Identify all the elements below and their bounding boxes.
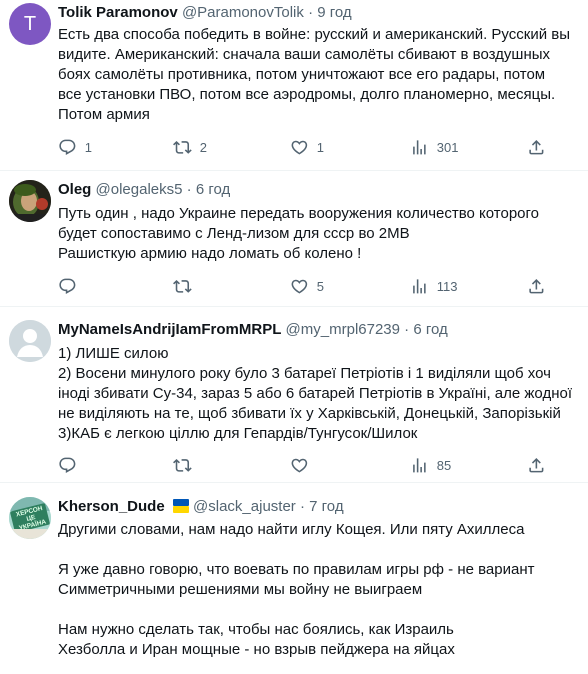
- separator-dot: ·: [308, 4, 314, 21]
- repost-icon: [173, 279, 192, 293]
- reply-count: 1: [84, 139, 92, 155]
- author-handle[interactable]: @my_mrpl67239: [286, 321, 400, 338]
- text-line: [58, 540, 578, 560]
- default-avatar-icon: [9, 320, 51, 362]
- action-bar: 85: [58, 455, 578, 475]
- heart-icon: [291, 140, 308, 155]
- timestamp[interactable]: 9 год: [317, 4, 351, 21]
- text-line: боях самолёты противника, потом уничтожа…: [58, 66, 546, 83]
- text-line: іноді збивати Су-34, зараз 5 або 6 батар…: [58, 385, 572, 402]
- tweet[interactable]: Oleg @olegaleks5 · 6 год Путь один , над…: [0, 171, 588, 306]
- text-line: Симметричными решениями мы войну не выиг…: [58, 581, 423, 598]
- reply-icon: [59, 457, 76, 473]
- like-button[interactable]: [290, 455, 317, 475]
- text-line: 1) ЛИШЕ силою: [58, 345, 169, 362]
- timestamp[interactable]: 6 год: [413, 321, 447, 338]
- share-button[interactable]: [527, 137, 546, 157]
- reply-icon: [59, 139, 76, 155]
- heart-icon: [291, 458, 308, 473]
- avatar[interactable]: [9, 180, 51, 222]
- text-line: [58, 600, 578, 620]
- like-count: 5: [316, 278, 324, 294]
- author-name[interactable]: MyNameIsAndrijIamFromMRPL: [58, 321, 281, 338]
- separator-dot: ·: [186, 181, 192, 198]
- text-line: Есть два способа победить в войне: русск…: [58, 26, 570, 43]
- view-count: 85: [436, 457, 452, 473]
- text-line: Нам нужно сделать так, чтобы нас боялись…: [58, 621, 454, 638]
- views-button[interactable]: 113: [410, 276, 457, 296]
- avatar[interactable]: T: [9, 3, 51, 45]
- ukraine-flag-icon: [172, 499, 189, 513]
- text-line: не виділяють на те, щоб збивати їх у Хар…: [58, 405, 561, 422]
- avatar-letter: T: [23, 12, 37, 35]
- separator-dot: ·: [299, 498, 305, 515]
- separator-dot: ·: [404, 321, 410, 338]
- repost-button[interactable]: [173, 455, 200, 475]
- action-bar: 1 2 1 301: [58, 137, 578, 157]
- tweet[interactable]: MyNameIsAndrijIamFromMRPL @my_mrpl67239 …: [0, 307, 588, 482]
- share-icon: [529, 278, 544, 294]
- timestamp[interactable]: 6 год: [196, 181, 230, 198]
- views-button[interactable]: 85: [410, 455, 451, 475]
- reply-icon: [59, 278, 76, 294]
- author-handle[interactable]: @slack_ajuster: [193, 498, 296, 515]
- reply-button[interactable]: [58, 276, 85, 296]
- tweet-text: Другими словами, нам надо найти иглу Кощ…: [58, 520, 578, 660]
- author-name[interactable]: Kherson_Dude: [58, 498, 165, 515]
- tweet-text: Есть два способа победить в войне: русск…: [58, 25, 578, 125]
- views-chart-icon: [413, 278, 426, 294]
- tweet[interactable]: T Tolik Paramonov @ParamonovTolik · 9 го…: [0, 0, 588, 170]
- avatar-image: [9, 180, 51, 222]
- text-line: 2) Восени минулого року було 3 батареї П…: [58, 365, 551, 382]
- reply-button[interactable]: [58, 455, 85, 475]
- heart-icon: [291, 279, 308, 294]
- view-count: 301: [436, 139, 459, 155]
- views-button[interactable]: 301: [410, 137, 458, 157]
- avatar[interactable]: [9, 320, 51, 362]
- share-icon: [529, 139, 544, 155]
- author-handle[interactable]: @ParamonovTolik: [182, 4, 304, 21]
- repost-icon: [173, 140, 192, 154]
- like-button[interactable]: 5: [290, 276, 324, 296]
- text-line: Я уже давно говорю, что воевать по прави…: [58, 561, 535, 578]
- text-line: Путь один , надо Украине передать вооруж…: [58, 205, 539, 222]
- action-bar: 5 113: [58, 276, 578, 296]
- repost-count: 2: [199, 139, 207, 155]
- like-button[interactable]: 1: [290, 137, 324, 157]
- views-chart-icon: [413, 457, 426, 473]
- tweet[interactable]: ХЕРСОН ЦЕ УКРАЇНА Kherson_Dude @slack_aj…: [0, 483, 588, 674]
- author-handle[interactable]: @olegaleks5: [96, 181, 183, 198]
- avatar[interactable]: ХЕРСОН ЦЕ УКРАЇНА: [9, 497, 51, 539]
- share-button[interactable]: [527, 455, 546, 475]
- timestamp[interactable]: 7 год: [309, 498, 343, 515]
- author-name[interactable]: Oleg: [58, 181, 91, 198]
- text-line: все установки ПВО, потом все аэродромы, …: [58, 86, 556, 103]
- text-line: Потом армия: [58, 106, 150, 123]
- view-count: 113: [436, 278, 458, 294]
- author-name[interactable]: Tolik Paramonov: [58, 4, 178, 21]
- text-line: будет сопоставимо с Ленд-лизом для ссср …: [58, 225, 410, 242]
- text-line: видите. Американский: сначала ваши самол…: [58, 46, 551, 63]
- text-line: Рашисткую армию надо ломать об колено !: [58, 245, 362, 262]
- share-button[interactable]: [527, 276, 546, 296]
- text-line: Хезболла и Иран мощные - но взрыв пейдже…: [58, 641, 455, 658]
- text-line: Другими словами, нам надо найти иглу Кощ…: [58, 521, 525, 538]
- repost-icon: [173, 458, 192, 472]
- views-chart-icon: [413, 139, 426, 155]
- repost-button[interactable]: 2: [173, 137, 207, 157]
- like-count: 1: [316, 139, 324, 155]
- reply-button[interactable]: 1: [58, 137, 92, 157]
- tweet-text: Путь один , надо Украине передать вооруж…: [58, 204, 578, 264]
- share-icon: [529, 457, 544, 473]
- tweet-text: 1) ЛИШЕ силою 2) Восени минулого року бу…: [58, 344, 578, 444]
- repost-button[interactable]: [173, 276, 200, 296]
- text-line: 3)КАБ є легкою ціллю для Гепардів/Тунгус…: [58, 425, 418, 442]
